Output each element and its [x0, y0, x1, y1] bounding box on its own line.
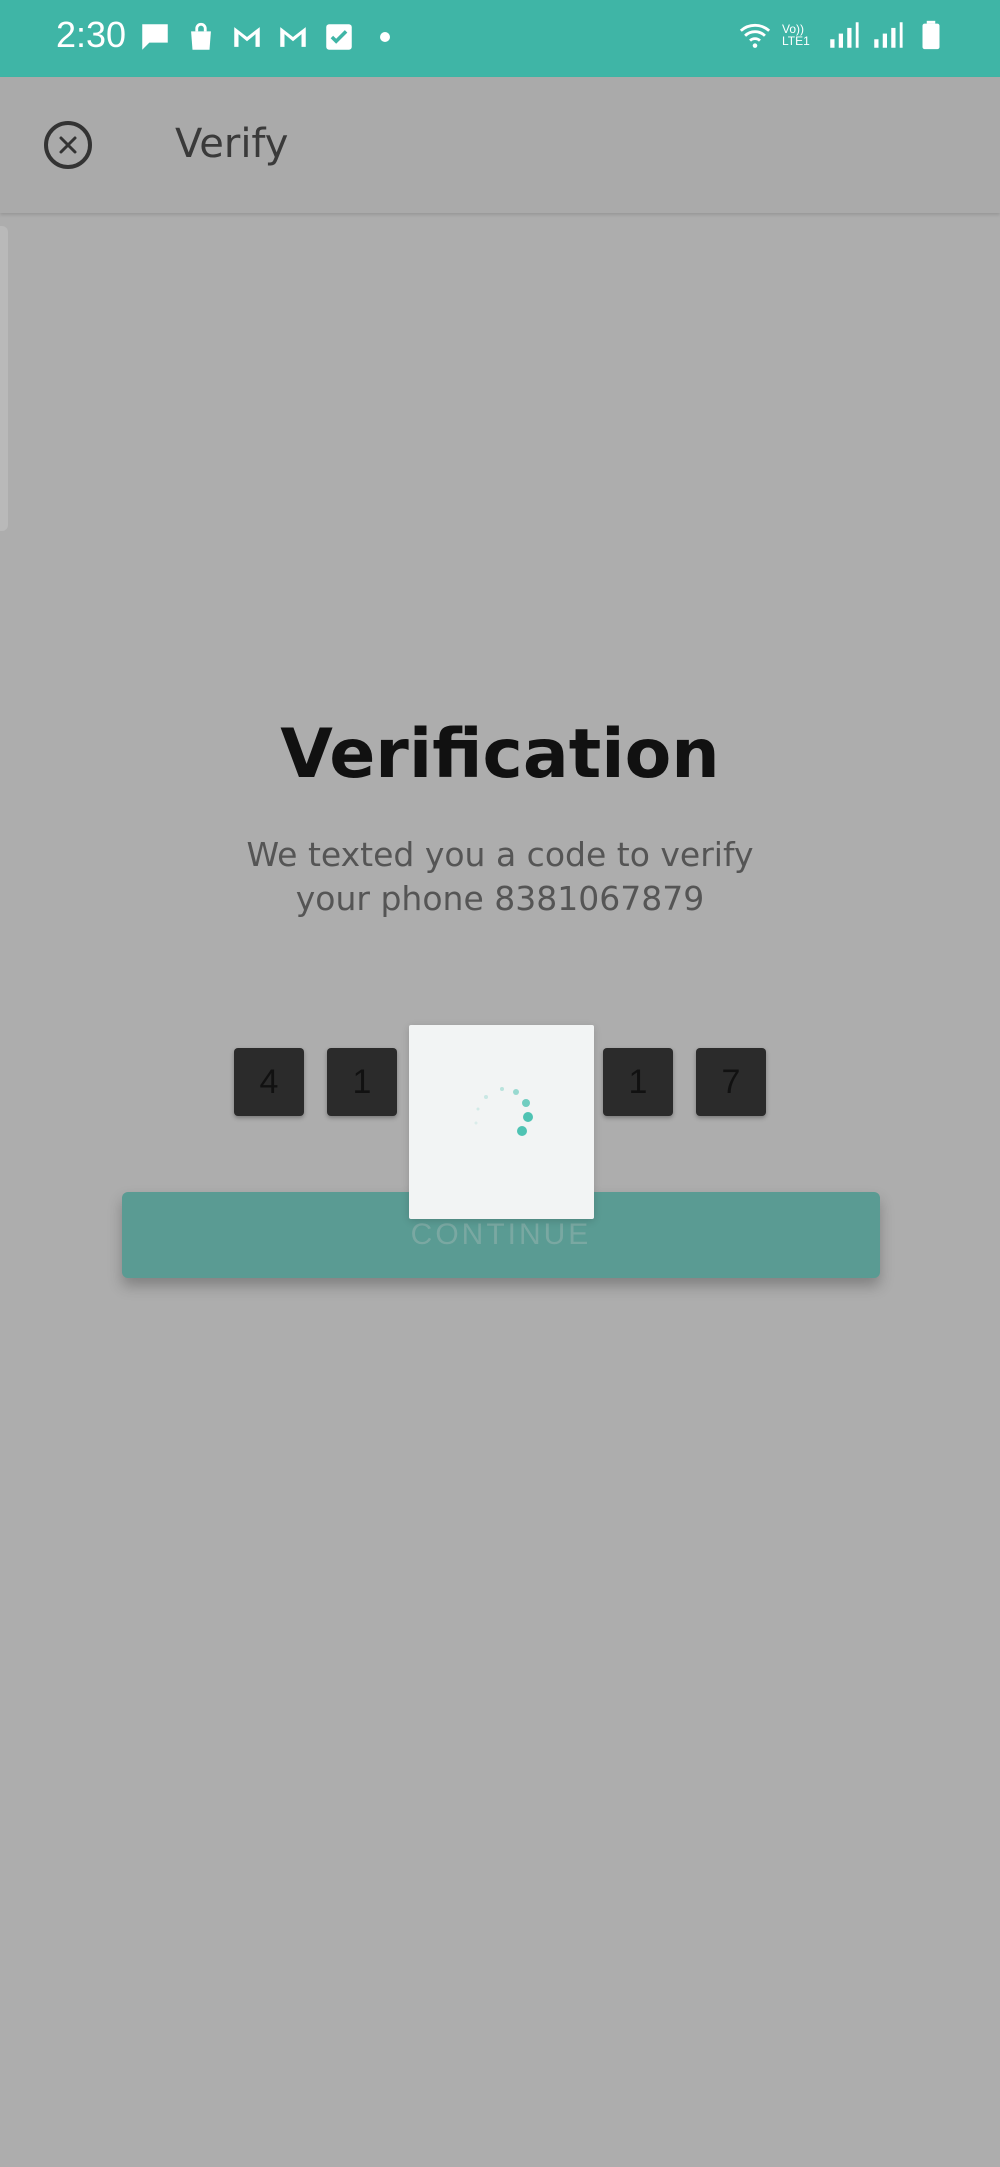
status-bar: 2:30 Vo)) LTE1	[0, 0, 1000, 77]
subtitle-line-1: We texted you a code to verify	[246, 835, 754, 874]
code-digit-1[interactable]: 4	[234, 1048, 304, 1116]
code-digit-5[interactable]: 1	[603, 1048, 673, 1116]
signal-icon	[874, 22, 903, 48]
code-digit-2[interactable]: 1	[327, 1048, 397, 1116]
app-bar: Verify	[0, 77, 1000, 213]
verification-heading: Verification	[280, 715, 720, 794]
spinner-icon	[474, 1087, 533, 1136]
shopping-bag-icon	[191, 22, 211, 50]
verification-subtitle: We texted you a code to verify your phon…	[200, 833, 800, 921]
loading-dialog	[409, 1025, 594, 1219]
battery-icon	[922, 20, 940, 50]
notification-icons	[138, 20, 390, 54]
checkbox-icon	[326, 24, 352, 50]
code-digit-6[interactable]: 7	[696, 1048, 766, 1116]
gmail-icon	[280, 27, 306, 47]
gmail-icon	[234, 27, 260, 47]
close-button[interactable]	[44, 121, 92, 169]
subtitle-line-2: your phone 8381067879	[295, 879, 705, 918]
page-title: Verify	[175, 121, 289, 167]
system-icons: Vo)) LTE1	[738, 18, 948, 52]
close-icon	[59, 136, 77, 154]
chat-icon	[142, 24, 168, 50]
status-time: 2:30	[56, 14, 127, 55]
volte-icon: Vo)) LTE1	[782, 22, 810, 48]
scroll-indicator	[0, 226, 8, 531]
more-notifications-dot	[380, 32, 390, 42]
wifi-icon	[739, 23, 771, 48]
signal-icon	[830, 22, 859, 48]
